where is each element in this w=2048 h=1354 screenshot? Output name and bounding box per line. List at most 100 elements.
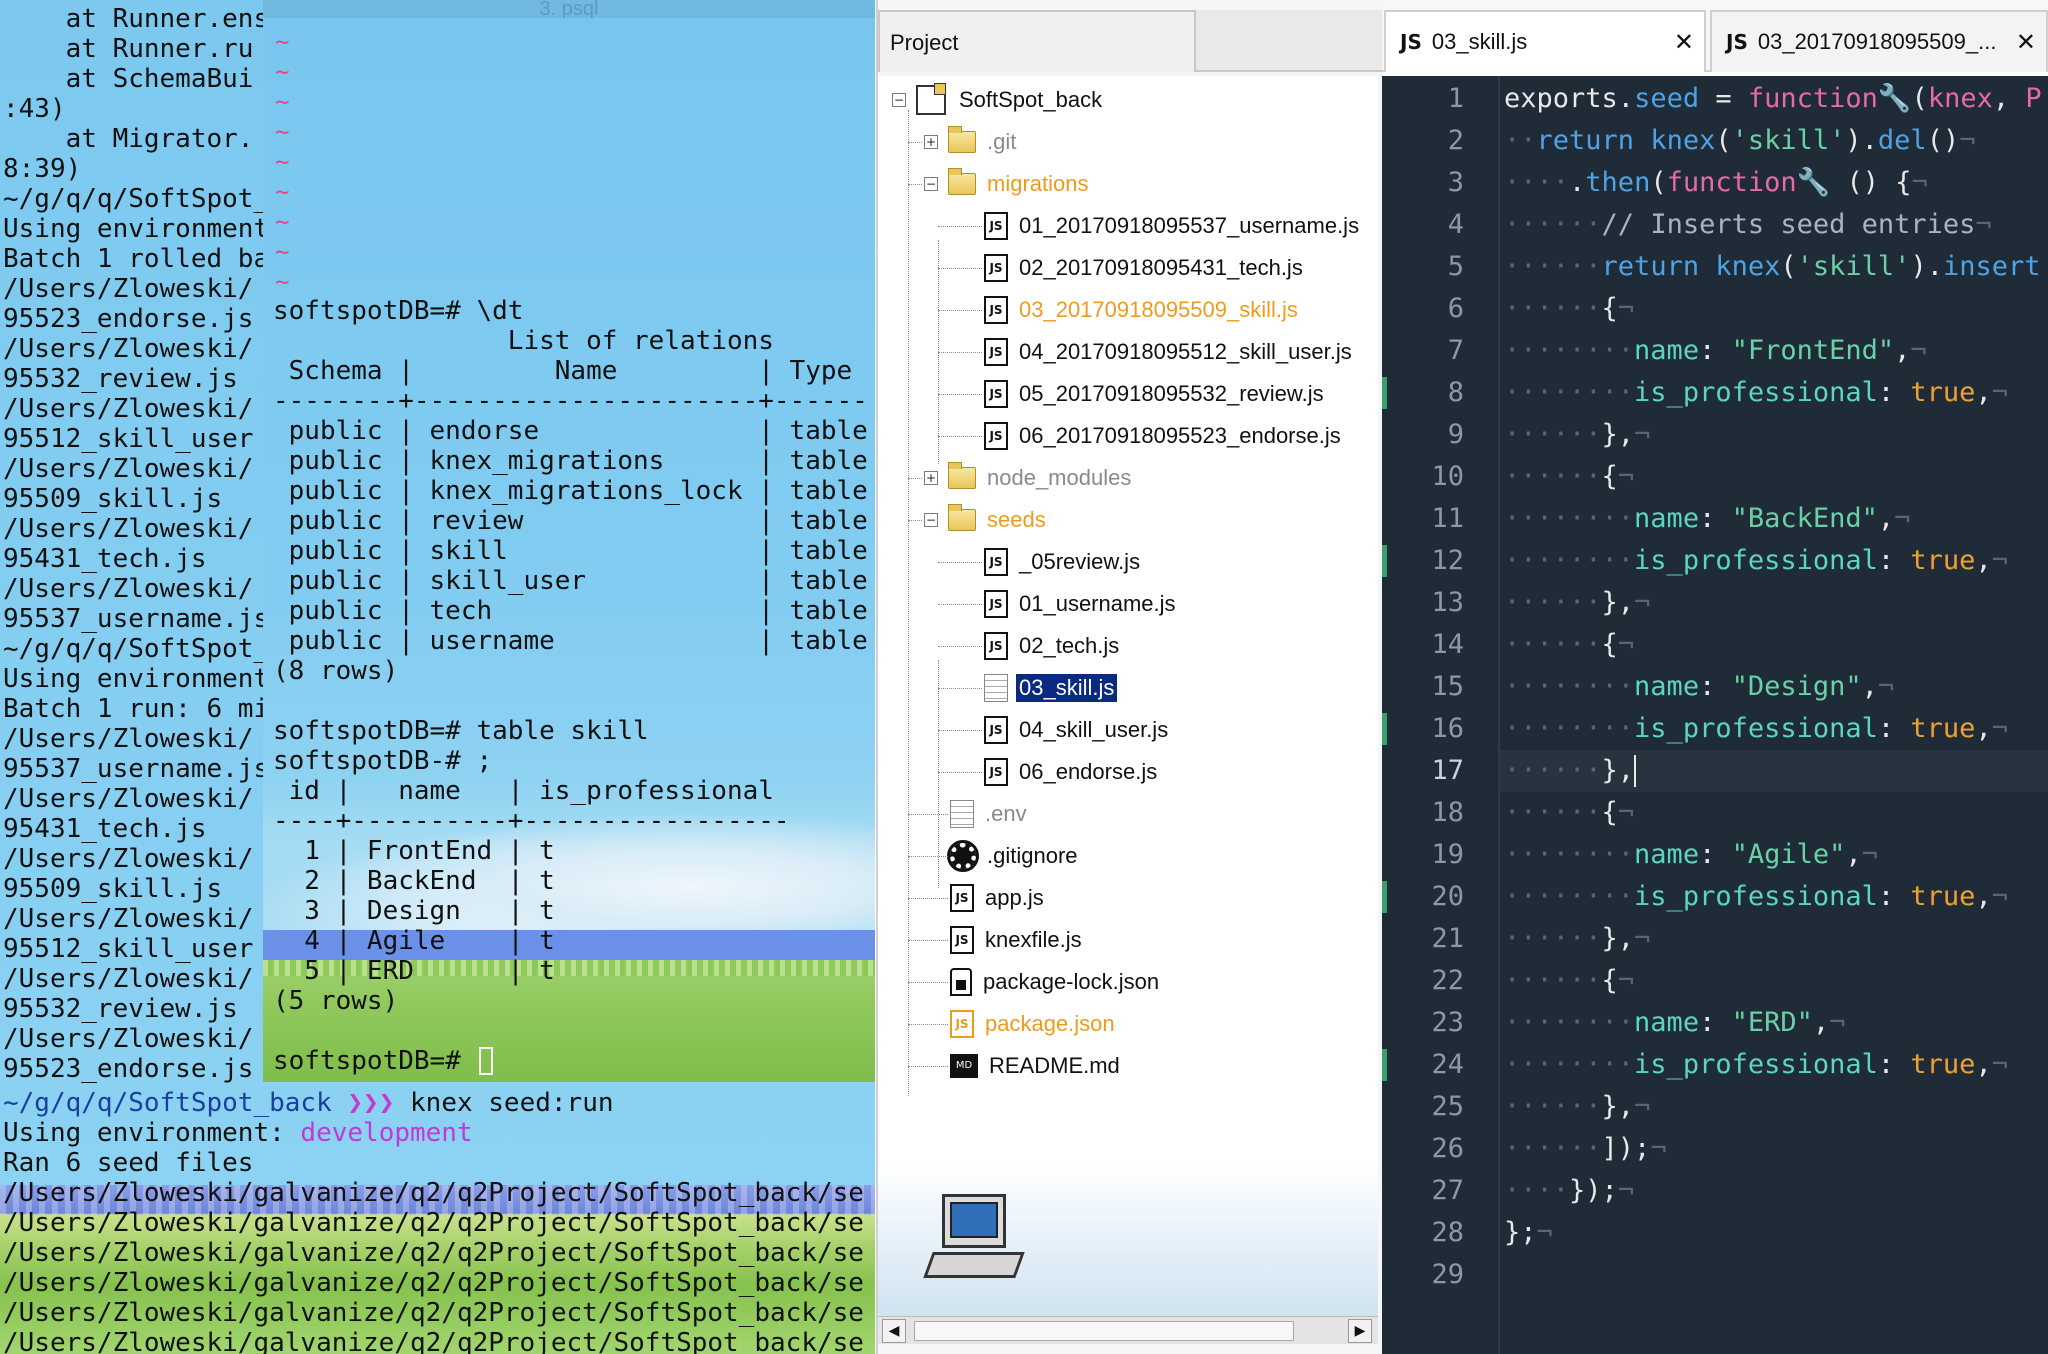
tree-item[interactable]: + .git <box>924 122 1019 162</box>
code-token: exports <box>1504 83 1618 114</box>
code-line[interactable]: ······},¬ <box>1504 582 1650 624</box>
code-token: true <box>1910 1049 1976 1080</box>
code-line[interactable]: ··return knex('skill').del()¬ <box>1504 120 1975 162</box>
code-token: : <box>1699 839 1732 870</box>
tree-item[interactable]: JS 06_20170918095523_endorse.js <box>984 416 1344 456</box>
tree-item-label: README.md <box>989 1053 1120 1078</box>
code-line[interactable]: ······{¬ <box>1504 624 1634 666</box>
terminal-line: 95431_tech.js <box>3 544 207 574</box>
psql-window[interactable]: 3. psql ~ ~ ~ ~ ~ ~ ~ ~ ~ softspotDB=# \dt List … <box>263 0 875 1082</box>
line-number: 7 <box>1447 335 1464 366</box>
tree-item[interactable]: JS knexfile.js <box>950 920 1085 960</box>
code-line[interactable]: ······},¬ <box>1504 1086 1650 1128</box>
code-line[interactable]: ······{¬ <box>1504 960 1634 1002</box>
code-line[interactable]: ········is_professional: true,¬ <box>1504 372 2008 414</box>
psql-line: (5 rows) <box>273 986 399 1016</box>
collapse-icon[interactable]: − <box>924 513 938 527</box>
tree-item[interactable]: JS 02_tech.js <box>984 626 1122 666</box>
tree-item[interactable]: .env <box>950 794 1030 834</box>
tree-item[interactable]: .gitignore <box>947 836 1081 876</box>
code-line[interactable]: ········is_professional: true,¬ <box>1504 708 2008 750</box>
code-token: is_professional <box>1634 377 1878 408</box>
code-editor[interactable]: JS 03_skill.js ✕ JS 03_20170918095509_... … <box>1382 0 2048 1354</box>
code-line[interactable]: ········is_professional: true,¬ <box>1504 540 2008 582</box>
project-panel-header-spacer <box>1196 10 1384 72</box>
collapse-icon[interactable]: − <box>924 177 938 191</box>
project-panel[interactable]: Project − SoftSpot_back + .git − migrations JS… <box>876 0 1384 1354</box>
tree-item-label: package-lock.json <box>983 969 1160 994</box>
code-token: ¬ <box>1650 1133 1667 1164</box>
code-line[interactable]: ······{¬ <box>1504 288 1634 330</box>
tree-item[interactable]: JS 04_skill_user.js <box>984 710 1171 750</box>
code-line[interactable]: ······{¬ <box>1504 456 1634 498</box>
project-file-tree[interactable]: − SoftSpot_back + .git − migrations JS 01_20170… <box>878 76 1378 1096</box>
tree-item[interactable]: − migrations <box>924 164 1091 204</box>
tree-item[interactable]: − SoftSpot_back <box>892 80 1105 120</box>
collapse-icon[interactable]: − <box>892 93 906 107</box>
code-line[interactable]: ······}, <box>1504 750 1634 792</box>
code-line[interactable]: exports.seed = function🔧(knex, P <box>1504 78 2042 120</box>
code-token: () <box>1926 125 1960 156</box>
psql-line: --------+----------------------+------ <box>273 386 868 416</box>
code-line[interactable]: ········name: "FrontEnd",¬ <box>1504 330 1927 372</box>
code-line[interactable]: ······// Inserts seed entries¬ <box>1504 204 1992 246</box>
line-number: 5 <box>1447 251 1464 282</box>
code-line[interactable]: ······return knex('skill').insert <box>1504 246 2041 288</box>
code-token: ). <box>1910 251 1943 282</box>
js-file-icon: JS <box>984 380 1008 408</box>
tree-item[interactable]: JS package.json <box>950 1004 1118 1044</box>
tree-item[interactable]: JS 05_20170918095532_review.js <box>984 374 1327 414</box>
tree-item[interactable]: + node_modules <box>924 458 1134 498</box>
psql-line: public | knex_migrations | table <box>273 446 868 476</box>
line-number: 4 <box>1447 209 1464 240</box>
tree-item-label: .env <box>985 801 1027 826</box>
code-token: ¬ <box>1877 671 1895 702</box>
js-file-icon: JS <box>984 212 1008 240</box>
tree-item[interactable]: package-lock.json <box>950 962 1162 1002</box>
terminal-cursor <box>479 1047 493 1075</box>
scroll-right-button[interactable]: ▶ <box>1348 1319 1372 1343</box>
tree-item[interactable]: 03_skill.js <box>984 668 1119 708</box>
expand-icon[interactable]: + <box>924 135 938 149</box>
terminal-line: at Migrator. <box>3 124 254 154</box>
code-line[interactable]: ········name: "Agile",¬ <box>1504 834 1878 876</box>
scroll-left-button[interactable]: ◀ <box>882 1319 906 1343</box>
horizontal-scrollbar[interactable]: ◀ ▶ <box>878 1316 1378 1344</box>
code-line[interactable]: ······},¬ <box>1504 414 1650 456</box>
code-line[interactable]: };¬ <box>1504 1212 1553 1254</box>
tree-item[interactable]: − seeds <box>924 500 1049 540</box>
terminal-line: 95532_review.js <box>3 364 238 394</box>
expand-icon[interactable]: + <box>924 471 938 485</box>
tree-item[interactable]: JS 02_20170918095431_tech.js <box>984 248 1306 288</box>
code-line[interactable]: ········name: "Design",¬ <box>1504 666 1894 708</box>
code-token: : <box>1877 881 1911 912</box>
code-line[interactable]: ········is_professional: true,¬ <box>1504 876 2008 918</box>
tree-item[interactable]: JS 06_endorse.js <box>984 752 1160 792</box>
close-tab-icon[interactable]: ✕ <box>1674 12 1694 72</box>
line-number: 1 <box>1447 83 1464 114</box>
code-token: : <box>1877 1049 1911 1080</box>
tab-03-skill-js[interactable]: JS 03_skill.js ✕ <box>1384 10 1706 72</box>
scrollbar-thumb[interactable] <box>914 1321 1294 1341</box>
tree-item[interactable]: JS 01_20170918095537_username.js <box>984 206 1362 246</box>
code-line[interactable]: ········name: "BackEnd",¬ <box>1504 498 1910 540</box>
code-line[interactable]: ····.then(function🔧 () {¬ <box>1504 162 1928 204</box>
text-file-icon <box>950 800 974 828</box>
code-line[interactable]: ········is_professional: true,¬ <box>1504 1044 2008 1086</box>
tree-item[interactable]: JS app.js <box>950 878 1047 918</box>
tree-item[interactable]: JS 04_20170918095512_skill_user.js <box>984 332 1355 372</box>
tree-item[interactable]: JS _05review.js <box>984 542 1143 582</box>
code-line[interactable]: ········name: "ERD",¬ <box>1504 1002 1845 1044</box>
tree-item[interactable]: MD README.md <box>950 1046 1123 1086</box>
tree-item[interactable]: JS 03_20170918095509_skill.js <box>984 290 1301 330</box>
tab-03-migration-skill-js[interactable]: JS 03_20170918095509_... ✕ <box>1710 10 2048 72</box>
code-line[interactable]: ······},¬ <box>1504 918 1650 960</box>
code-line[interactable]: ····});¬ <box>1504 1170 1634 1212</box>
psql-line: public | skill_user | table <box>273 566 868 596</box>
code-line[interactable]: ······]);¬ <box>1504 1128 1667 1170</box>
tree-item[interactable]: JS 01_username.js <box>984 584 1179 624</box>
close-tab-icon[interactable]: ✕ <box>2016 12 2036 72</box>
code-line[interactable]: ······{¬ <box>1504 792 1634 834</box>
code-area[interactable]: 1 2 3 4 5 6 7 8 9 10 11 12 13 14 15 16 17 18 19 20 21 22 23 24 2… <box>1382 76 2048 1354</box>
code-token: ¬ <box>1617 629 1635 660</box>
